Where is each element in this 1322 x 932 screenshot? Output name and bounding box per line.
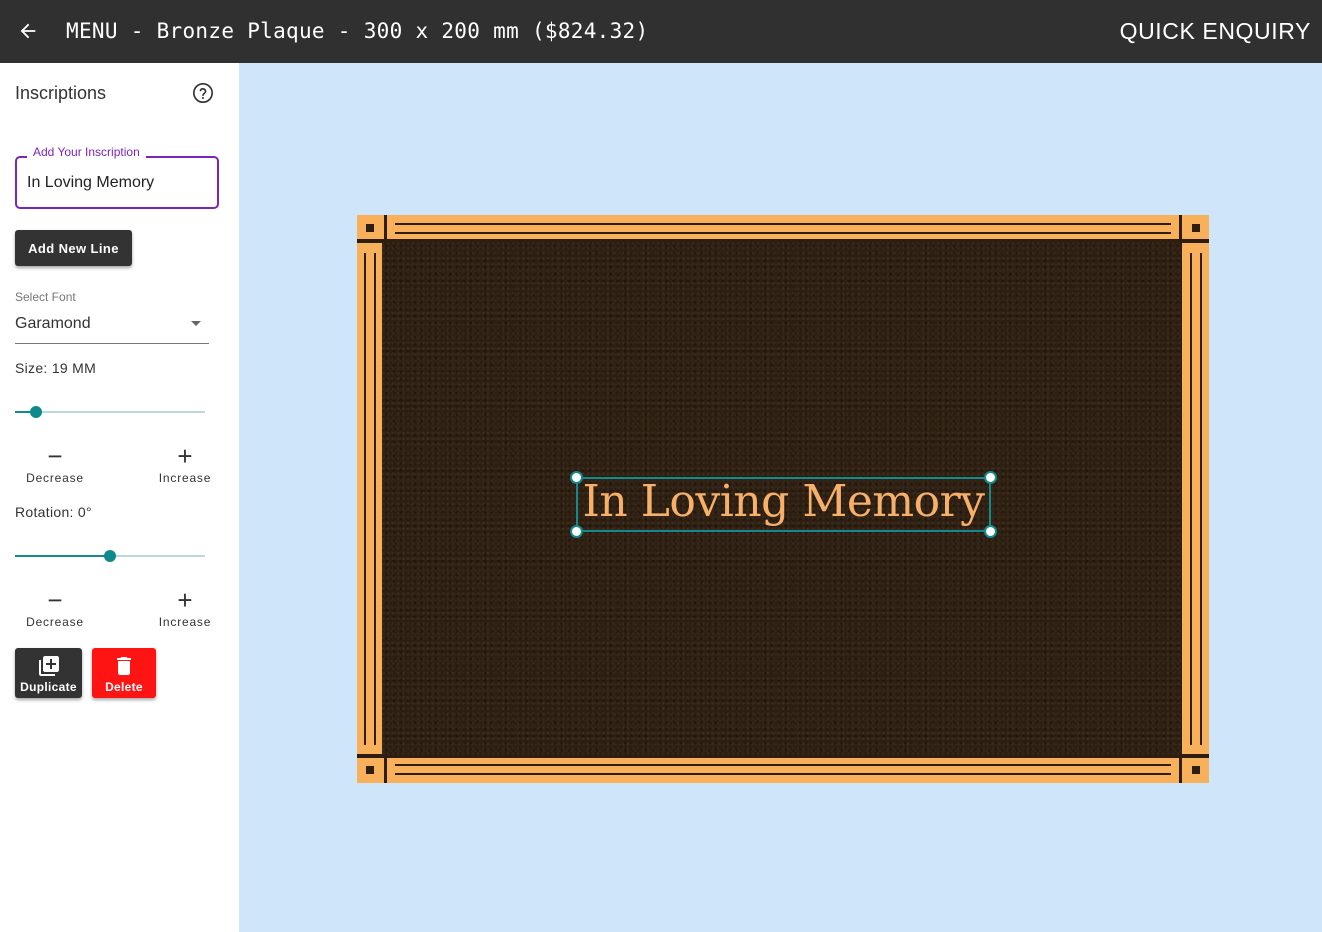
inscription-field-label: Add Your Inscription — [27, 145, 146, 159]
rotation-decrease-label: Decrease — [26, 615, 84, 629]
plaque-frame-edge — [374, 253, 376, 745]
rotation-slider-fill — [15, 555, 110, 557]
plaque-frame-edge — [395, 773, 1171, 775]
size-slider[interactable] — [15, 406, 205, 418]
delete-label: Delete — [105, 680, 143, 694]
plaque-inner-frame — [395, 766, 1171, 773]
size-label: Size: 19 MM — [15, 360, 97, 376]
plaque-corner — [366, 766, 374, 774]
plaque-corner — [1192, 224, 1200, 232]
font-select-label: Select Font — [15, 290, 76, 304]
inscription-text: In Loving Memory — [582, 476, 985, 527]
rotation-increase-label: Increase — [158, 615, 212, 629]
font-select[interactable]: Garamond — [15, 315, 209, 344]
inscription-field: Add Your Inscription — [15, 145, 219, 209]
plaque-frame-edge — [1200, 253, 1202, 745]
resize-handle-bottom-left[interactable] — [570, 525, 583, 538]
plaque-frame-edge — [395, 232, 1171, 234]
plaque-frame-edge — [1190, 253, 1192, 745]
minus-icon: − — [47, 585, 63, 615]
rotation-increase-button[interactable]: + Increase — [145, 585, 225, 629]
rotation-label: Rotation: 0° — [15, 504, 92, 520]
inscription-input[interactable] — [17, 158, 217, 207]
plaque-corner — [366, 224, 374, 232]
arrow-left-icon — [20, 23, 36, 39]
page-title: MENU - Bronze Plaque - 300 x 200 mm ($82… — [66, 19, 649, 43]
caret-down-icon — [191, 321, 201, 326]
resize-handle-top-right[interactable] — [984, 471, 997, 484]
plaque-corner — [1192, 766, 1200, 774]
rotation-slider[interactable] — [15, 550, 205, 562]
minus-icon: − — [47, 441, 63, 471]
plus-icon: + — [177, 585, 193, 615]
resize-handle-bottom-right[interactable] — [984, 525, 997, 538]
size-decrease-button[interactable]: − Decrease — [15, 441, 95, 485]
add-new-line-button[interactable]: Add New Line — [15, 230, 132, 266]
rotation-slider-thumb[interactable] — [104, 550, 116, 562]
library-add-icon — [38, 656, 59, 676]
plaque-inner-frame — [366, 253, 374, 745]
plaque-inner-frame — [1192, 253, 1200, 745]
duplicate-label: Duplicate — [20, 680, 77, 694]
sidebar: Inscriptions Add Your Inscription Add Ne… — [0, 63, 239, 932]
size-increase-button[interactable]: + Increase — [145, 441, 225, 485]
size-decrease-label: Decrease — [26, 471, 84, 485]
plus-icon: + — [177, 441, 193, 471]
font-select-value: Garamond — [15, 315, 91, 332]
plaque-frame-edge — [395, 223, 1171, 225]
plaque-frame-edge — [364, 253, 366, 745]
duplicate-button[interactable]: Duplicate — [15, 648, 82, 698]
top-bar: MENU - Bronze Plaque - 300 x 200 mm ($82… — [0, 0, 1322, 63]
size-increase-label: Increase — [158, 471, 212, 485]
inscription-text-box[interactable]: In Loving Memory — [570, 471, 997, 538]
sidebar-title: Inscriptions — [15, 83, 107, 103]
plaque-inner-frame — [395, 225, 1171, 232]
rotation-decrease-button[interactable]: − Decrease — [15, 585, 95, 629]
back-button[interactable] — [14, 17, 42, 45]
size-slider-thumb[interactable] — [29, 406, 42, 418]
help-circle-icon[interactable] — [192, 82, 214, 104]
resize-handle-top-left[interactable] — [570, 471, 583, 484]
plaque-frame-edge — [395, 764, 1171, 766]
delete-button[interactable]: Delete — [92, 648, 156, 698]
trash-icon — [117, 657, 131, 675]
quick-enquiry-button[interactable]: QUICK ENQUIRY — [1120, 15, 1311, 47]
